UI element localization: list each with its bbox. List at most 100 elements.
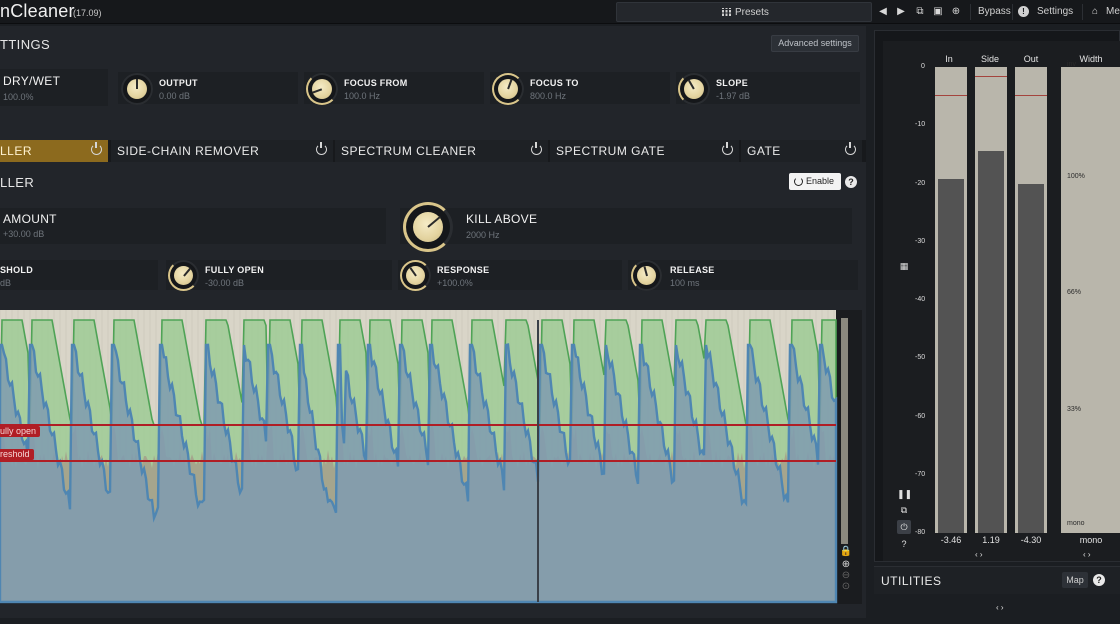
pause-icon[interactable]: ❚❚ (897, 487, 912, 501)
meter-in (935, 67, 967, 533)
meter-in-peak (935, 94, 967, 96)
focus-to-knob[interactable] (492, 73, 524, 105)
meter-side-value: 1.19 (982, 535, 1000, 545)
graph-canvas (0, 310, 848, 604)
slope-value: -1.97 dB (716, 91, 751, 101)
scale-tick-label: -10 (915, 121, 926, 129)
tab-label: SPECTRUM CLEANER (341, 144, 477, 158)
toolbar-divider (1012, 4, 1013, 20)
advanced-settings-button[interactable]: Advanced settings (771, 35, 859, 52)
next-preset-icon[interactable]: ▶ (892, 3, 910, 21)
power-icon[interactable] (722, 142, 733, 155)
lock-icon[interactable]: 🔒 (838, 546, 854, 557)
output-value: 0.00 dB (159, 91, 191, 101)
focus-from-label: FOCUS FROM (344, 78, 408, 88)
home-icon[interactable]: ⌂ (1086, 3, 1104, 21)
fully-open-box (166, 260, 392, 290)
threshold-marker[interactable]: reshold (0, 449, 34, 460)
width-resize-handle[interactable]: ‹ › (1083, 550, 1091, 559)
output-label: OUTPUT (159, 78, 198, 88)
response-value: +100.0% (437, 278, 473, 288)
zoom-out-icon[interactable]: ⊖ (838, 570, 854, 581)
kill-above-knob[interactable] (403, 202, 453, 252)
tab-label: LLER (0, 144, 33, 158)
tab-label: GATE (747, 144, 781, 158)
enable-button[interactable]: Enable (789, 173, 841, 190)
focus-from-value: 100.0 Hz (344, 91, 381, 101)
output-knob[interactable] (121, 73, 153, 105)
meter-in-title: In (945, 54, 953, 64)
power-icon[interactable] (316, 142, 327, 155)
fully-open-marker[interactable]: ully open (0, 426, 41, 437)
meter-width-value: mono (1079, 535, 1103, 545)
module-title: LLER (0, 175, 35, 190)
meter-side-fill (978, 150, 1004, 533)
add-preset-icon[interactable]: ⊕ (947, 3, 965, 21)
scale-tick-label: -40 (915, 296, 926, 303)
tab-killer[interactable]: LLER (0, 140, 110, 162)
dry-wet-label: DRY/WET (3, 74, 61, 88)
amount-label: AMOUNT (3, 212, 57, 226)
amount-value: +30.00 dB (3, 229, 45, 239)
previous-preset-icon[interactable]: ◀ (874, 3, 892, 21)
panel-resize-handle[interactable]: ‹ › (996, 603, 1004, 612)
meter-width (1061, 67, 1120, 533)
dry-wet-box[interactable]: DRY/WET 100.0% (0, 69, 108, 106)
save-icon[interactable]: ▣ (929, 3, 947, 21)
meters-resize-handle[interactable]: ‹ › (975, 550, 983, 559)
tab-spectrum-gate[interactable]: SPECTRUM GATE (550, 140, 741, 162)
meter-out-peak (1015, 94, 1047, 96)
focus-from-knob[interactable] (306, 73, 338, 105)
fully-open-value: -30.00 dB (205, 278, 245, 288)
meter-power-icon[interactable]: ⏻ (897, 520, 911, 534)
meter-side-title: Side (980, 54, 999, 64)
module-help-icon[interactable]: ? (845, 176, 857, 188)
width-tick-label: 66% (1067, 289, 1082, 297)
app-title: nCleaner (0, 1, 75, 21)
settings-button[interactable]: Settings (1037, 6, 1073, 17)
meter-out-value: -4.30 (1020, 535, 1042, 545)
utilities-bar[interactable]: UTILITIES Map ? (874, 566, 1120, 594)
meter-in-fill (938, 178, 964, 533)
response-label: RESPONSE (437, 265, 490, 275)
meter-mode-icon[interactable]: ▦ (897, 259, 911, 273)
presets-button[interactable]: Presets (616, 2, 872, 22)
meter-side-peak (975, 76, 1007, 78)
width-tick-label: 100% (1067, 172, 1085, 180)
power-icon[interactable] (845, 142, 856, 155)
release-label: RELEASE (670, 265, 715, 275)
zoom-reset-icon[interactable]: ⊙ (838, 581, 854, 592)
copy-icon[interactable]: ⧉ (897, 503, 911, 517)
bypass-button[interactable]: Bypass (978, 6, 1011, 17)
release-value: 100 ms (670, 278, 700, 288)
tab-side-chain-remover[interactable]: SIDE-CHAIN REMOVER (111, 140, 335, 162)
fully-open-knob[interactable] (168, 260, 199, 291)
meters-help-icon[interactable]: ? (897, 537, 911, 551)
power-icon[interactable] (531, 142, 542, 155)
tab-gate[interactable]: GATE (741, 140, 864, 162)
scale-tick-label: -30 (915, 237, 926, 245)
focus-to-value: 800.0 Hz (530, 91, 567, 101)
zoom-in-icon[interactable]: ⊕ (838, 559, 854, 570)
app-version: (17.09) (73, 8, 102, 18)
dry-wet-value: 100.0% (3, 92, 34, 102)
threshold-box[interactable]: SHOLD dB (0, 260, 158, 290)
utilities-title: UTILITIES (881, 574, 942, 588)
map-button[interactable]: Map (1062, 572, 1088, 588)
enable-label: Enable (806, 176, 835, 186)
focus-to-label: FOCUS TO (530, 78, 579, 88)
slope-knob[interactable] (678, 73, 710, 105)
meters-area: ▦ ❚❚ ⧉ ⏻ ? 0 -10 -20 -30 -40 -50 -60 -70 -80 In … (883, 41, 1120, 561)
randomize-icon[interactable]: ⧉ (911, 3, 929, 21)
power-icon[interactable] (91, 142, 102, 155)
settings-title: TTINGS (0, 37, 51, 52)
settings-icon[interactable]: ! (1018, 6, 1029, 17)
toolbar-divider (970, 4, 971, 20)
response-knob[interactable] (400, 260, 431, 291)
tab-spectrum-cleaner[interactable]: SPECTRUM CLEANER (335, 140, 550, 162)
release-knob[interactable] (631, 260, 662, 291)
amount-box[interactable]: AMOUNT +30.00 dB (0, 208, 386, 244)
gain-reduction-graph[interactable]: ully open reshold (0, 310, 862, 604)
utilities-help-icon[interactable]: ? (1093, 574, 1105, 586)
menu-button[interactable]: Me (1106, 6, 1120, 17)
